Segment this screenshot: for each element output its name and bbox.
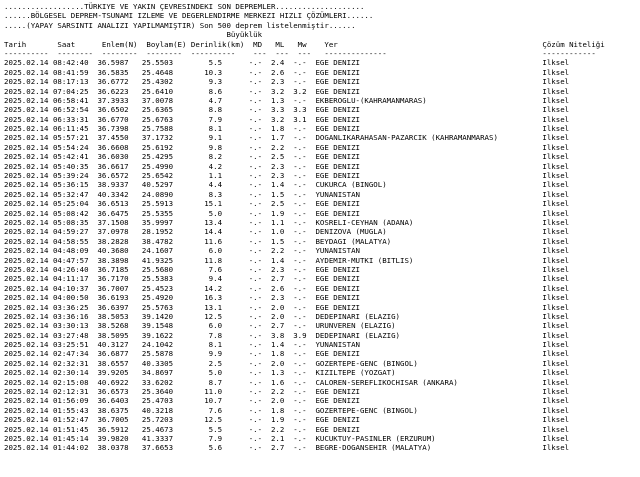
column-headers: Tarih Saat Enlem(N) Boylam(E) Derinlik(k… <box>4 39 605 49</box>
table-row: 2025.02.14 02:47:34 36.6877 25.5878 9.9 … <box>4 349 570 359</box>
table-row: 2025.02.14 02:30:14 39.9205 34.8697 5.0 … <box>4 368 570 378</box>
table-row: 2025.02.14 05:25:04 36.6513 25.5913 15.1… <box>4 199 570 209</box>
earthquake-listing: ..................TÜRKIYE VE YAKIN ÇEVRE… <box>0 0 640 477</box>
table-row: 2025.02.14 01:52:47 36.7005 25.7203 12.5… <box>4 415 570 425</box>
table-row: 2025.02.14 04:58:55 38.2828 38.4782 11.6… <box>4 236 570 246</box>
table-row: 2025.02.14 05:08:35 37.1508 35.9997 13.4… <box>4 217 570 227</box>
table-row: 2025.02.14 07:04:25 36.6223 25.6410 8.6 … <box>4 86 570 96</box>
table-row: 2025.02.14 05:39:24 36.6572 25.6542 1.1 … <box>4 171 570 181</box>
table-row: 2025.02.14 01:56:09 36.6403 25.4703 10.7… <box>4 396 570 406</box>
table-row: 2025.02.14 08:42:40 36.5987 25.5503 5.5 … <box>4 58 570 68</box>
table-row: 2025.02.14 04:26:40 36.7185 25.5680 7.6 … <box>4 264 570 274</box>
table-row: 2025.02.14 02:32:31 38.6557 40.3305 2.5 … <box>4 358 570 368</box>
table-row: 2025.02.14 03:36:16 38.5053 39.1420 12.5… <box>4 311 570 321</box>
table-row: 2025.02.14 01:51:45 36.5912 25.4673 5.5 … <box>4 424 570 434</box>
table-row: 2025.02.14 02:12:31 36.6573 25.3640 11.0… <box>4 387 570 397</box>
table-row: 2025.02.14 05:40:35 36.6617 25.4990 4.2 … <box>4 161 570 171</box>
table-row: 2025.02.14 04:48:09 40.3680 24.1607 6.0 … <box>4 246 570 256</box>
header-line: ..................TÜRKIYE VE YAKIN ÇEVRE… <box>4 2 365 11</box>
table-row: 2025.02.14 01:45:14 39.9820 41.3337 7.9 … <box>4 433 570 443</box>
table-row: 2025.02.14 01:55:43 38.6375 40.3218 7.6 … <box>4 405 570 415</box>
table-row: 2025.02.14 03:36:25 36.6397 25.5763 13.1… <box>4 302 570 312</box>
table-row: 2025.02.14 01:44:02 38.0378 37.6653 5.6 … <box>4 443 570 453</box>
table-row: 2025.02.14 05:54:24 36.6608 25.6192 9.8 … <box>4 142 570 152</box>
table-row: 2025.02.14 06:58:41 37.3933 37.0078 4.7 … <box>4 95 570 105</box>
table-row: 2025.02.14 04:00:50 36.6193 25.4920 16.3… <box>4 293 570 303</box>
table-row: 2025.02.14 08:41:59 36.5835 25.4648 10.3… <box>4 67 570 77</box>
table-row: 2025.02.14 03:30:13 38.5268 39.1548 6.0 … <box>4 321 570 331</box>
table-row: 2025.02.14 04:11:17 36.7170 25.5383 9.4 … <box>4 274 570 284</box>
table-row: 2025.02.14 03:25:51 40.3127 24.1042 8.1 … <box>4 340 570 350</box>
table-row: 2025.02.14 04:47:57 38.3898 41.9325 11.8… <box>4 255 570 265</box>
table-row: 2025.02.14 05:42:41 36.6030 25.4295 8.2 … <box>4 152 570 162</box>
table-row: 2025.02.14 08:17:13 36.6772 25.4302 9.3 … <box>4 77 570 87</box>
column-separator: ---------- -------- -------- -------- --… <box>4 48 596 58</box>
header-line: .....(YAPAY SARSINTI ANALIZI YAPILMAMIŞT… <box>4 20 356 30</box>
table-row: 2025.02.14 03:27:48 38.5095 39.1622 7.8 … <box>4 330 570 340</box>
table-row: 2025.02.14 06:52:54 36.6502 25.6365 8.8 … <box>4 105 570 115</box>
table-row: 2025.02.14 05:08:42 36.6475 25.5355 5.0 … <box>4 208 570 218</box>
table-row: 2025.02.14 05:57:21 37.4550 37.1732 9.1 … <box>4 133 570 143</box>
table-row: 2025.02.14 05:36:15 38.9337 40.5297 4.4 … <box>4 180 570 190</box>
table-row: 2025.02.14 06:33:31 36.6770 25.6763 7.9 … <box>4 114 570 124</box>
header-line: ......BÖLGESEL DEPREM-TSUNAMI IZLEME VE … <box>4 11 374 21</box>
table-row: 2025.02.14 06:11:45 36.7398 25.7588 8.1 … <box>4 124 570 134</box>
table-row: 2025.02.14 04:59:27 37.0978 28.1952 14.4… <box>4 227 570 237</box>
magnitude-group-header: Büyüklük <box>4 30 263 40</box>
table-row: 2025.02.14 05:32:47 40.3342 24.0890 8.3 … <box>4 189 570 199</box>
table-row: 2025.02.14 02:15:08 40.6922 33.6202 8.7 … <box>4 377 570 387</box>
table-row: 2025.02.14 04:10:37 36.7007 25.4523 14.2… <box>4 283 570 293</box>
